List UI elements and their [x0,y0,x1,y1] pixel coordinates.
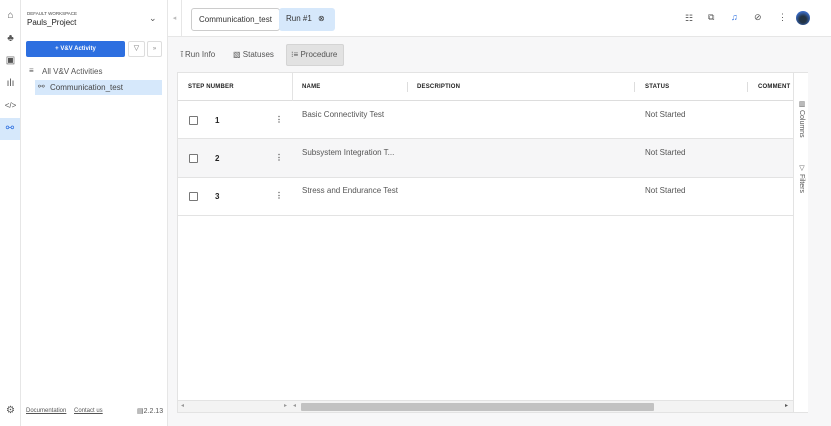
scroll-left-icon[interactable]: ◂ [181,402,184,409]
check-circle-icon[interactable]: ⊘ [754,12,762,23]
list-numbered-icon: ⁝≡ [291,50,299,59]
sidebar-item-label: Communication_test [50,83,123,92]
collapse-button[interactable]: » [147,41,162,57]
tab-run-1[interactable]: Run #1 ⊗ [279,8,335,31]
settings-icon[interactable]: ⚙ [3,403,18,418]
step-status: Not Started [645,186,686,195]
step-name: Basic Connectivity Test [302,110,385,119]
hierarchy-icon[interactable]: ♣ [3,31,18,46]
tab-label: Run Info [185,50,216,59]
scrollbar-thumb[interactable] [301,403,654,411]
list-icon: ≡ [29,66,34,75]
filter-icon: ▽ [798,164,805,172]
column-step-number[interactable]: STEP NUMBER [178,73,234,101]
bell-icon[interactable]: ♫ [731,12,738,22]
code-icon[interactable]: </> [3,98,18,113]
filter-button[interactable]: ▽ [128,41,145,57]
tab-label: Procedure [300,50,338,59]
tab-run-info[interactable]: ῐ Run Info [181,50,215,59]
row-menu-icon[interactable]: ⋮ [275,115,283,124]
workspace-label: DEFAULT WORKSPACE [27,11,78,16]
side-panel: ▥ Columns ▽ Filters [793,73,808,412]
more-icon[interactable]: ⋮ [778,12,787,23]
filters-panel-button[interactable]: ▽ Filters [797,164,805,193]
avatar[interactable] [796,11,810,25]
tab-procedure[interactable]: ⁝≡ Procedure [286,44,344,66]
link-icon[interactable]: ⚯ [0,118,20,140]
all-activities-item[interactable]: All V&V Activities [42,67,102,76]
step-status: Not Started [645,148,686,157]
columns-label: Columns [798,109,805,138]
home-icon[interactable]: ⌂ [3,8,18,23]
column-name[interactable]: NAME [292,73,320,101]
info-icon: ῐ [181,50,183,59]
document-check-icon: ▧ [233,50,241,59]
scroll-right-icon[interactable]: ▸ [284,402,287,409]
chevron-down-icon[interactable]: ⌄ [149,13,157,24]
add-activity-button[interactable]: + V&V Activity [26,41,125,57]
contact-link[interactable]: Contact us [74,408,103,414]
sidebar-item-communication-test[interactable]: ⚯ Communication_test [35,80,162,95]
version-label: ▤2.2.13 [137,407,163,415]
scroll-right-icon[interactable]: ▸ [785,402,788,409]
row-menu-icon[interactable]: ⋮ [275,153,283,162]
row-menu-icon[interactable]: ⋮ [275,191,283,200]
step-name: Subsystem Integration T... [302,148,395,157]
tab-label: Run #1 [286,14,312,23]
version-number: 2.2.13 [143,408,164,415]
table-header: STEP NUMBER NAME DESCRIPTION STATUS COMM… [178,73,793,101]
close-icon[interactable]: ⊗ [318,14,325,23]
scroll-left-icon[interactable]: ◂ [293,402,296,409]
column-status[interactable]: STATUS [635,73,669,101]
step-number: 1 [215,116,220,125]
link-icon: ⚯ [38,82,45,91]
chat-icon[interactable]: ⧉ [708,12,714,23]
top-bar: ◂ Communication_test Run #1 ⊗ ☷ ⧉ ♫ ⊘ ⋮ [168,0,831,37]
icon-rail: ⌂ ♣ ▣ ılı </> ⚯ ⚙ [0,0,21,426]
tab-communication-test[interactable]: Communication_test [191,8,280,31]
columns-panel-button[interactable]: ▥ Columns [797,100,805,138]
horizontal-scrollbar[interactable]: ◂ ▸ ◂ ▸ [178,400,793,412]
row-checkbox[interactable] [189,192,198,201]
row-checkbox[interactable] [189,154,198,163]
document-icon: ▤ [137,408,144,415]
table-row[interactable]: 2 ⋮ Subsystem Integration T... Not Start… [178,139,793,178]
tab-label: Statuses [242,50,274,59]
filters-label: Filters [798,173,805,194]
step-number: 2 [215,154,220,163]
column-comment[interactable]: COMMENT [748,73,790,101]
collapse-left-icon[interactable]: ◂ [168,0,182,37]
table-row[interactable]: 1 ⋮ Basic Connectivity Test Not Started [178,101,793,139]
tab-statuses[interactable]: ▧ Statuses [233,50,274,59]
procedure-table: STEP NUMBER NAME DESCRIPTION STATUS COMM… [177,72,808,413]
documentation-link[interactable]: Documentation [26,408,66,414]
step-status: Not Started [645,110,686,119]
column-description[interactable]: DESCRIPTION [407,73,460,101]
analytics-icon[interactable]: ılı [3,76,18,91]
clipboard-icon[interactable]: ▣ [3,53,18,68]
workspace-name[interactable]: Pauls_Project [27,18,76,27]
sidebar: DEFAULT WORKSPACE Pauls_Project ⌄ + V&V … [21,0,168,426]
step-number: 3 [215,192,220,201]
row-checkbox[interactable] [189,116,198,125]
columns-icon: ▥ [798,100,805,108]
step-name: Stress and Endurance Test [302,186,398,195]
table-row[interactable]: 3 ⋮ Stress and Endurance Test Not Starte… [178,178,793,216]
checklist-icon[interactable]: ☷ [685,13,693,24]
